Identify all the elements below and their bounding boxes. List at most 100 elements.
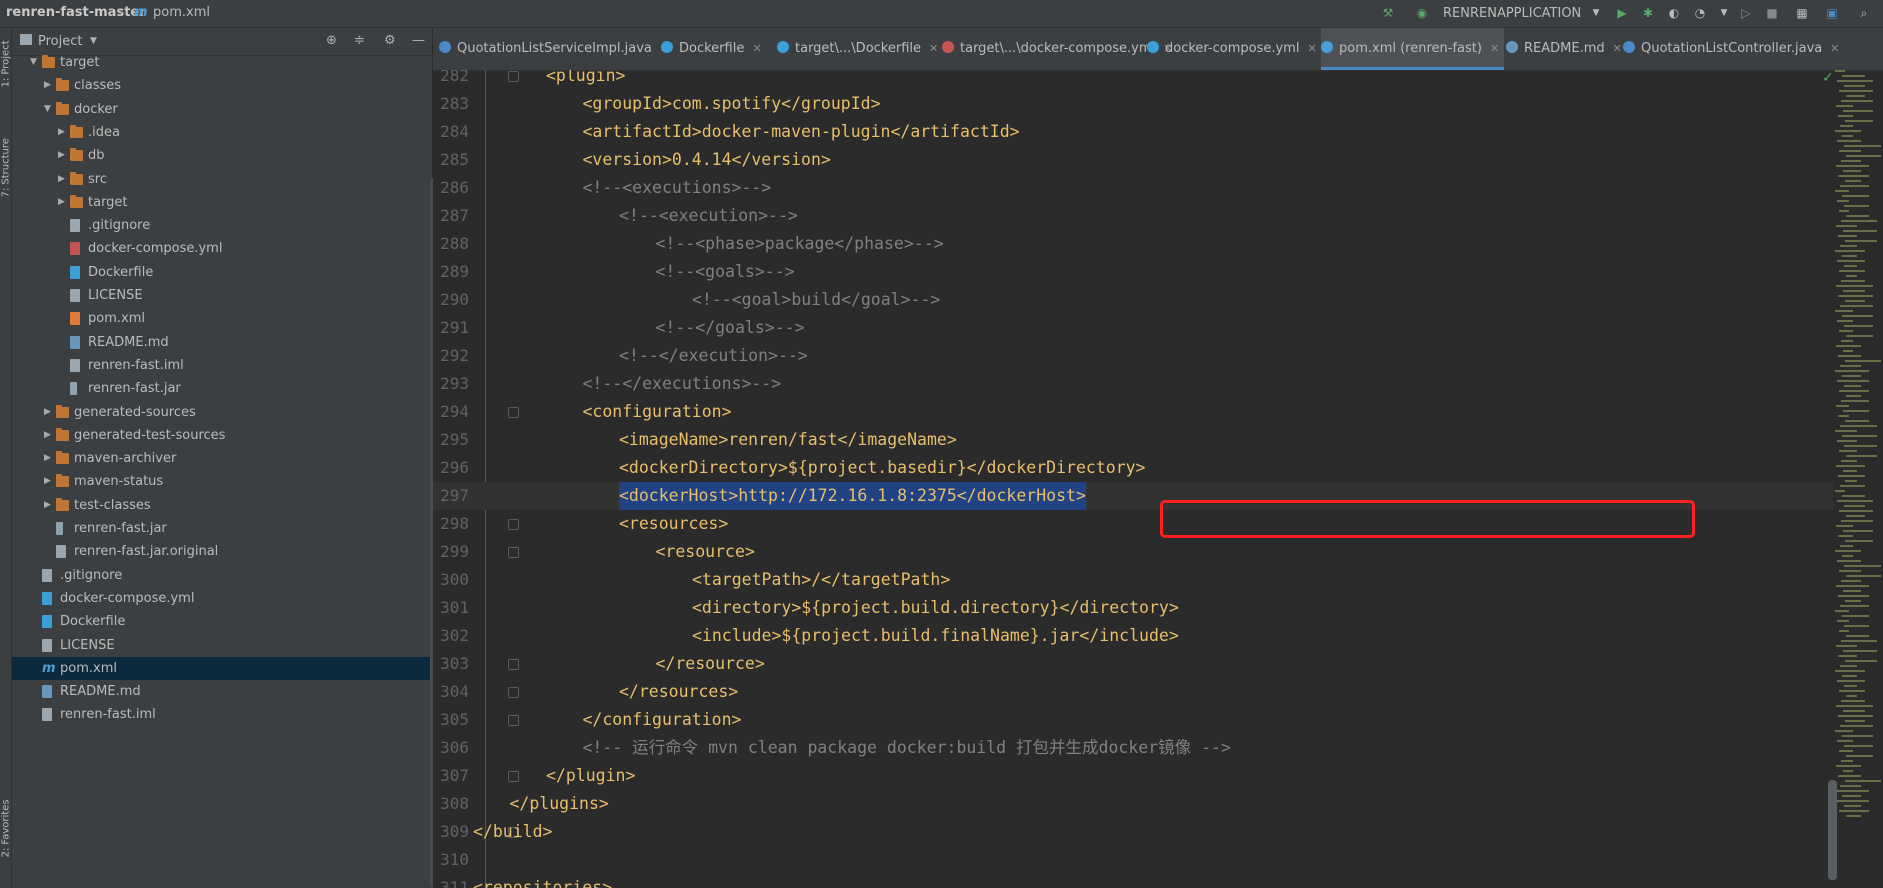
code-line[interactable]: 309 </build> <box>433 818 1833 846</box>
chevron-down-icon[interactable]: ▼ <box>44 98 51 121</box>
tree-item[interactable]: ▶ db <box>12 144 432 167</box>
fold-marker-icon[interactable] <box>508 771 519 782</box>
resume-icon[interactable]: ▷ <box>1738 5 1754 21</box>
project-tool-tab[interactable]: 1: Project <box>1 40 12 87</box>
code-line[interactable]: 283 <groupId>com.spotify</groupId> <box>433 90 1833 118</box>
close-icon[interactable]: ✕ <box>1613 42 1622 55</box>
profiler-icon[interactable]: ◔ <box>1692 5 1708 21</box>
code-line[interactable]: 305 </configuration> <box>433 706 1833 734</box>
tree-item[interactable]: ▶ .idea <box>12 121 432 144</box>
fold-marker-icon[interactable] <box>508 407 519 418</box>
close-icon[interactable]: ✕ <box>1490 42 1499 55</box>
editor-tab[interactable]: README.md ✕ <box>1506 28 1622 70</box>
code-line[interactable]: 296 <dockerDirectory>${project.basedir}</… <box>433 454 1833 482</box>
editor-tab[interactable]: target\...\docker-compose.yml ✕ <box>942 28 1172 70</box>
tree-item[interactable]: ▶ classes <box>12 74 432 97</box>
chevron-right-icon[interactable]: ▶ <box>58 191 65 214</box>
tree-item[interactable]: ▶ src <box>12 168 432 191</box>
locate-icon[interactable]: ⊕ <box>326 33 337 48</box>
add-configuration-icon[interactable]: ◉ <box>1414 5 1430 21</box>
tree-item[interactable]: .gitignore <box>12 564 432 587</box>
code-line[interactable]: 303 </resource> <box>433 650 1833 678</box>
chevron-right-icon[interactable]: ▶ <box>44 74 51 97</box>
editor-tab[interactable]: pom.xml (renren-fast) ✕ <box>1321 28 1504 70</box>
translate-icon[interactable]: ▣ <box>1824 5 1840 21</box>
tree-item[interactable]: renren-fast.jar <box>12 377 432 400</box>
tree-item[interactable]: renren-fast.iml <box>12 703 432 726</box>
close-icon[interactable]: ✕ <box>929 42 938 55</box>
tree-item[interactable]: .gitignore <box>12 214 432 237</box>
tree-item[interactable]: renren-fast.iml <box>12 354 432 377</box>
tree-item[interactable]: ▶ maven-archiver <box>12 447 432 470</box>
code-line[interactable]: 288 <!--<phase>package</phase>--> <box>433 230 1833 258</box>
search-icon[interactable]: ⌕ <box>1856 5 1872 21</box>
tree-item[interactable]: LICENSE <box>12 284 432 307</box>
fold-marker-icon[interactable] <box>508 547 519 558</box>
chevron-down-icon[interactable]: ▼ <box>30 51 37 74</box>
code-line[interactable]: 308 </plugins> <box>433 790 1833 818</box>
fold-marker-icon[interactable] <box>508 659 519 670</box>
chevron-right-icon[interactable]: ▶ <box>44 401 51 424</box>
structure-tool-tab[interactable]: 7: Structure <box>1 138 12 197</box>
code-line[interactable]: 301 <directory>${project.build.directory}… <box>433 594 1833 622</box>
editor-tab[interactable]: Dockerfile ✕ <box>661 28 775 70</box>
chevron-down-icon[interactable]: ▼ <box>1716 5 1732 21</box>
coverage-icon[interactable]: ◐ <box>1666 5 1682 21</box>
code-line[interactable]: 282 <plugin> <box>433 70 1833 90</box>
fold-marker-icon[interactable] <box>508 519 519 530</box>
chevron-down-icon[interactable]: ▼ <box>1588 5 1604 21</box>
tree-item[interactable]: renren-fast.jar.original <box>12 540 432 563</box>
run-icon[interactable]: ▶ <box>1614 5 1630 21</box>
tree-item[interactable]: Dockerfile <box>12 261 432 284</box>
tree-item[interactable]: ▶ maven-status <box>12 470 432 493</box>
chevron-right-icon[interactable]: ▶ <box>44 494 51 517</box>
tree-item[interactable]: pom.xml <box>12 307 432 330</box>
build-hammer-icon[interactable]: ⚒ <box>1380 5 1396 21</box>
code-line[interactable]: 295 <imageName>renren/fast</imageName> <box>433 426 1833 454</box>
breadcrumb-project[interactable]: renren-fast-master <box>6 5 146 20</box>
editor-tab[interactable]: QuotationListController.java ✕ <box>1623 28 1839 70</box>
chevron-down-icon[interactable]: ▼ <box>90 36 97 46</box>
tree-item[interactable]: README.md <box>12 331 432 354</box>
debug-icon[interactable]: ✱ <box>1640 5 1656 21</box>
breadcrumb-file[interactable]: pom.xml <box>153 5 210 20</box>
chevron-right-icon[interactable]: ▶ <box>44 447 51 470</box>
tree-item[interactable]: LICENSE <box>12 634 432 657</box>
tree-item[interactable]: docker-compose.yml <box>12 237 432 260</box>
run-configuration-select[interactable]: RENRENAPPLICATION <box>1443 6 1581 21</box>
code-line[interactable]: 304 </resources> <box>433 678 1833 706</box>
tree-item[interactable]: Dockerfile <box>12 610 432 633</box>
tree-item[interactable]: ▶ test-classes <box>12 494 432 517</box>
tree-item[interactable]: m pom.xml <box>12 656 432 680</box>
tree-item[interactable]: ▶ generated-sources <box>12 401 432 424</box>
chevron-right-icon[interactable]: ▶ <box>58 168 65 191</box>
favorites-tool-tab[interactable]: 2: Favorites <box>1 799 12 857</box>
chevron-right-icon[interactable]: ▶ <box>58 121 65 144</box>
code-line[interactable]: 290 <!--<goal>build</goal>--> <box>433 286 1833 314</box>
fold-marker-icon[interactable] <box>508 715 519 726</box>
tree-item[interactable]: ▶ target <box>12 191 432 214</box>
code-line[interactable]: 287 <!--<execution>--> <box>433 202 1833 230</box>
code-line[interactable]: 293 <!--</executions>--> <box>433 370 1833 398</box>
chevron-right-icon[interactable]: ▶ <box>44 424 51 447</box>
code-line[interactable]: 284 <artifactId>docker-maven-plugin</arti… <box>433 118 1833 146</box>
code-line[interactable]: 299 <resource> <box>433 538 1833 566</box>
code-line[interactable]: 310 <box>433 846 1833 874</box>
error-stripe[interactable] <box>1835 70 1883 888</box>
editor-tab[interactable]: target\...\Dockerfile ✕ <box>777 28 940 70</box>
editor-scrollbar[interactable] <box>1828 780 1837 880</box>
code-line[interactable]: 285 <version>0.4.14</version> <box>433 146 1833 174</box>
tree-item[interactable]: ▶ generated-test-sources <box>12 424 432 447</box>
project-structure-icon[interactable]: ▦ <box>1794 5 1810 21</box>
tree-item[interactable]: ▼ target <box>12 51 432 74</box>
chevron-right-icon[interactable]: ▶ <box>44 470 51 493</box>
editor-tab[interactable]: docker-compose.yml ✕ <box>1147 28 1319 70</box>
gear-icon[interactable]: ⚙ <box>384 33 396 48</box>
code-line[interactable]: 289 <!--<goals>--> <box>433 258 1833 286</box>
code-line[interactable]: 300 <targetPath>/</targetPath> <box>433 566 1833 594</box>
tree-item[interactable]: ▼ docker <box>12 98 432 121</box>
hide-icon[interactable]: — <box>412 33 425 48</box>
fold-marker-icon[interactable] <box>508 71 519 82</box>
fold-marker-icon[interactable] <box>508 687 519 698</box>
editor-tab[interactable]: QuotationListServiceImpl.java✕ <box>439 28 669 70</box>
